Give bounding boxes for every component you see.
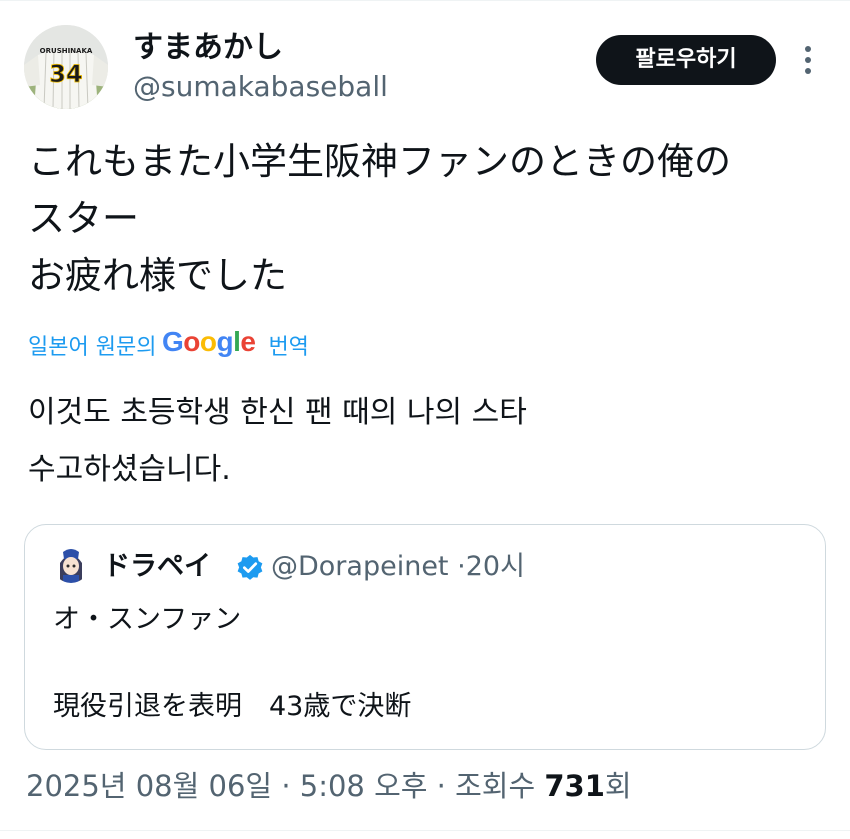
- translated-text: 이것도 초등학생 한신 팬 때의 나의 스타 수고하셨습니다.: [28, 384, 527, 498]
- quote-separator: ·: [457, 551, 466, 582]
- translated-line: 수고하셨습니다.: [28, 452, 231, 487]
- views-label: 조회수: [455, 769, 536, 803]
- bottom-divider: [0, 830, 850, 831]
- tweet-text: これもまた小学生阪神ファンのときの俺の スター お疲れ様でした: [28, 133, 731, 304]
- quote-handle: @Dorapeinet: [271, 551, 449, 582]
- views-unit: 회: [604, 769, 632, 803]
- translation-suffix: 번역: [268, 335, 309, 360]
- tweet-line: スター: [28, 197, 139, 240]
- quote-text-line: 現役引退を表明 43歳で決断: [53, 691, 412, 722]
- quote-time: 20시: [465, 551, 525, 582]
- meta-separator: ·: [281, 769, 291, 803]
- verified-badge-icon: [237, 554, 263, 580]
- author-handle[interactable]: @sumakabaseball: [133, 70, 388, 104]
- tweet-meta: 2025년 08월 06일 · 5:08 오후 · 조회수 731회: [26, 766, 632, 806]
- quote-author-avatar: [53, 547, 89, 583]
- svg-text:Google: Google: [162, 326, 255, 357]
- tweet-line: これもまた小学生阪神ファンのときの俺の: [28, 140, 731, 183]
- vertical-ellipsis-icon[interactable]: [796, 42, 820, 78]
- quote-author-name: ドラペイ: [103, 551, 211, 582]
- quote-text-line: オ・スンファン: [53, 604, 242, 635]
- top-divider: [0, 0, 850, 1]
- translation-attribution-link[interactable]: 일본어 원문의 Google 번역: [28, 326, 309, 364]
- anime-character-avatar-icon: [53, 547, 89, 583]
- follow-button[interactable]: 팔로우하기: [596, 35, 776, 85]
- author-display-name[interactable]: すまあかし: [133, 30, 283, 66]
- views-count: 731: [544, 769, 605, 803]
- translated-line: 이것도 초등학생 한신 팬 때의 나의 스타: [28, 395, 527, 430]
- jersey-number: 34: [49, 60, 82, 88]
- author-avatar[interactable]: ORUSHINAKA 34: [24, 25, 108, 109]
- jersey-name: ORUSHINAKA: [40, 47, 93, 55]
- tweet-date[interactable]: 2025년 08월 06일: [26, 769, 272, 803]
- baseball-player-avatar-icon: ORUSHINAKA 34: [24, 25, 108, 109]
- tweet-time[interactable]: 5:08 오후: [300, 769, 428, 803]
- translation-prefix: 일본어 원문의: [28, 335, 157, 360]
- google-logo-icon: Google: [162, 326, 260, 364]
- quote-handle-and-time: @Dorapeinet ·20시: [271, 550, 525, 584]
- quoted-tweet-card[interactable]: ドラペイ @Dorapeinet ·20시 オ・スンファン 現役引退を表明 43…: [24, 524, 826, 750]
- google-wordmark: Google: [162, 326, 256, 357]
- tweet-line: お疲れ様でした: [28, 254, 287, 297]
- meta-separator: ·: [436, 769, 446, 803]
